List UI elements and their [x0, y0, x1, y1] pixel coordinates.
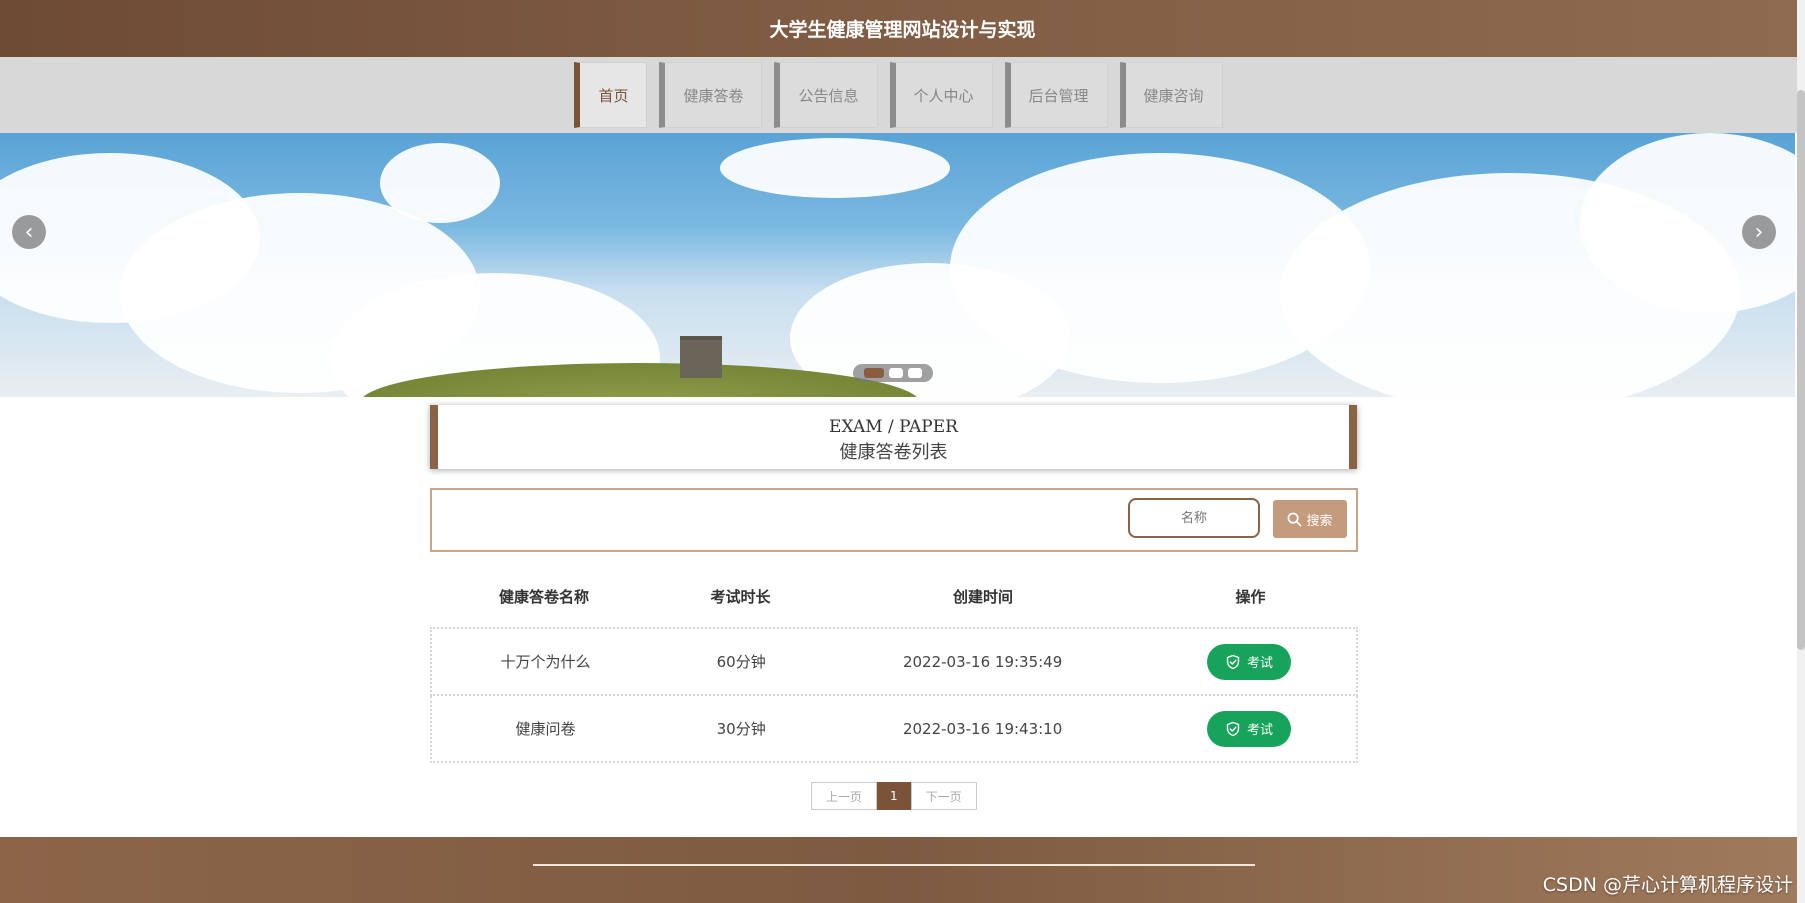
column-header: 健康答卷名称 — [498, 587, 589, 606]
chevron-left-icon: ‹ — [24, 219, 34, 245]
hero-carousel[interactable] — [0, 133, 1795, 397]
scrollbar-thumb[interactable] — [1797, 90, 1805, 650]
take-exam-label: 考试 — [1246, 656, 1273, 671]
take-exam-button[interactable]: 考试 — [1206, 643, 1291, 680]
carousel-next-button[interactable]: › — [1742, 215, 1776, 249]
page-scrollbar[interactable] — [1797, 0, 1805, 903]
site-title: 大学生健康管理网站设计与实现 — [769, 19, 1036, 41]
nav-item-admin[interactable]: 后台管理 — [1004, 62, 1108, 128]
exam-created-cell: 2022-03-16 19:35:49 — [902, 652, 1063, 671]
table-row: 十万个为什么 60分钟 2022-03-16 19:35:49 考试 — [430, 627, 1358, 696]
nav-item-health-consult[interactable]: 健康咨询 — [1119, 62, 1223, 128]
carousel-dot[interactable] — [889, 368, 903, 378]
nav-item-label: 健康咨询 — [1143, 86, 1204, 105]
csdn-watermark: CSDN @芹心计算机程序设计 — [1542, 874, 1793, 896]
nav-item-label: 个人中心 — [913, 86, 974, 105]
tower-shape — [680, 336, 722, 378]
exam-name-cell: 健康问卷 — [515, 720, 576, 738]
exam-duration-cell: 60分钟 — [716, 653, 766, 671]
column-header: 考试时长 — [710, 587, 771, 606]
take-exam-button[interactable]: 考试 — [1206, 710, 1291, 747]
search-icon — [1288, 512, 1302, 526]
search-bar: 搜索 — [430, 488, 1358, 552]
cloud-shape — [720, 138, 950, 198]
section-heading: EXAM / PAPER 健康答卷列表 — [430, 405, 1357, 469]
nav-item-home[interactable]: 首页 — [574, 62, 648, 128]
nav-item-label: 公告信息 — [798, 86, 859, 105]
site-footer — [0, 837, 1805, 903]
prev-page-button[interactable]: 上一页 — [811, 782, 878, 810]
nav-item-personal-center[interactable]: 个人中心 — [889, 62, 993, 128]
exam-table: 健康答卷名称 考试时长 创建时间 操作 十万个为什么 60分钟 2022-03-… — [430, 565, 1358, 763]
chevron-right-icon: › — [1754, 219, 1764, 245]
page-number-button[interactable]: 1 — [877, 782, 911, 810]
exam-name-cell: 十万个为什么 — [500, 653, 591, 671]
search-button-label: 搜索 — [1306, 513, 1333, 529]
nav-item-label: 健康答卷 — [683, 86, 744, 105]
nav-item-label: 后台管理 — [1028, 86, 1089, 105]
take-exam-label: 考试 — [1246, 723, 1273, 738]
action-cell: 考试 — [1142, 643, 1356, 680]
nav-item-health-exam[interactable]: 健康答卷 — [659, 62, 763, 128]
carousel-dot[interactable] — [908, 368, 922, 378]
exam-duration-cell: 30分钟 — [716, 720, 766, 738]
nav-item-label: 首页 — [598, 86, 629, 105]
carousel-indicators — [853, 364, 933, 382]
cloud-shape — [380, 143, 500, 223]
carousel-prev-button[interactable]: ‹ — [12, 215, 46, 249]
column-header: 创建时间 — [952, 587, 1013, 606]
nav-item-notices[interactable]: 公告信息 — [774, 62, 878, 128]
carousel-dot[interactable] — [864, 368, 884, 378]
exam-created-cell: 2022-03-16 19:43:10 — [902, 719, 1063, 738]
pagination: 上一页 1 下一页 — [811, 782, 977, 810]
main-nav: 首页 健康答卷 公告信息 个人中心 后台管理 健康咨询 — [0, 57, 1797, 133]
search-button[interactable]: 搜索 — [1273, 500, 1347, 538]
table-row: 健康问卷 30分钟 2022-03-16 19:43:10 考试 — [430, 696, 1358, 763]
section-title-en: EXAM / PAPER — [829, 417, 958, 437]
shield-check-icon — [1226, 721, 1240, 736]
column-header: 操作 — [1235, 587, 1266, 606]
section-title-cn: 健康答卷列表 — [839, 442, 948, 463]
shield-check-icon — [1226, 654, 1240, 669]
name-search-input[interactable] — [1128, 498, 1260, 538]
action-cell: 考试 — [1142, 710, 1356, 747]
footer-divider — [533, 864, 1255, 866]
site-header: 大学生健康管理网站设计与实现 — [0, 0, 1805, 57]
table-header: 健康答卷名称 考试时长 创建时间 操作 — [430, 565, 1358, 627]
next-page-button[interactable]: 下一页 — [910, 782, 977, 810]
